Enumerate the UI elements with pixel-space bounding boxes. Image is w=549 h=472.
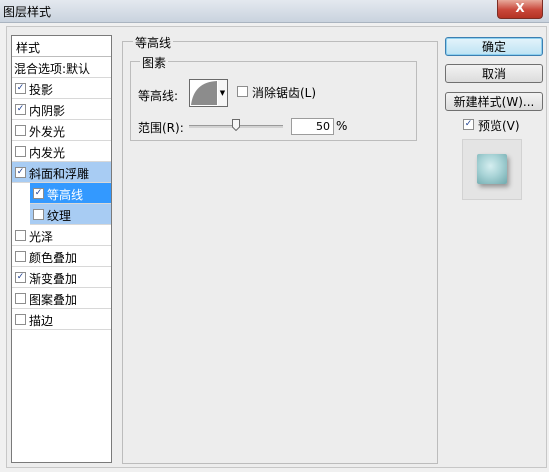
sidebar-item-label: 斜面和浮雕 xyxy=(29,167,90,181)
sidebar-item-label: 投影 xyxy=(29,83,54,97)
sidebar-item-label: 外发光 xyxy=(29,125,66,139)
contour-picker[interactable] xyxy=(189,79,219,107)
sidebar-item-checkbox[interactable]: ✓ xyxy=(15,272,26,283)
preview-swatch xyxy=(477,154,507,184)
sidebar-item[interactable]: ✓ 斜面和浮雕 xyxy=(12,162,111,183)
dialog-body: 样式 混合选项:默认 ✓ 投影 ✓ 内阴影 外发光 内发光 ✓ 斜面和浮雕 ✓ 等高线 纹理 光泽 颜色叠… xyxy=(6,26,547,468)
contour-label: 等高线: xyxy=(138,89,179,103)
sidebar-item-label: 描边 xyxy=(29,314,54,328)
sidebar-item-checkbox[interactable] xyxy=(15,125,26,136)
sidebar-item[interactable]: 纹理 xyxy=(30,204,111,225)
sidebar-item-checkbox[interactable]: ✓ xyxy=(15,83,26,94)
sidebar-item[interactable]: 内发光 xyxy=(12,141,111,162)
sidebar-item-checkbox[interactable]: ✓ xyxy=(15,167,26,178)
contour-curve-icon xyxy=(191,81,217,105)
antialias-checkbox[interactable] xyxy=(237,86,248,97)
sidebar-item[interactable]: 外发光 xyxy=(12,120,111,141)
sidebar-item-checkbox[interactable] xyxy=(15,146,26,157)
sidebar-item-label: 等高线 xyxy=(47,188,84,202)
sidebar-item-checkbox[interactable] xyxy=(15,314,26,325)
sidebar-item[interactable]: 光泽 xyxy=(12,225,111,246)
preview-label: 预览(V) xyxy=(478,119,520,133)
range-value-input[interactable]: 50 xyxy=(291,118,334,135)
close-button[interactable]: X xyxy=(497,0,543,19)
range-label: 范围(R): xyxy=(138,121,184,135)
sidebar-item-label: 混合选项:默认 xyxy=(14,62,91,76)
sidebar-item-label: 渐变叠加 xyxy=(29,272,78,286)
window-title: 图层样式 xyxy=(3,5,52,19)
sidebar-item[interactable]: ✓ 内阴影 xyxy=(12,99,111,120)
styles-header: 样式 xyxy=(12,36,111,57)
title-bar: 图层样式 X xyxy=(0,0,549,23)
sidebar-item[interactable]: 混合选项:默认 xyxy=(12,57,111,78)
cancel-button[interactable]: 取消 xyxy=(445,64,543,83)
sidebar-item[interactable]: ✓ 渐变叠加 xyxy=(12,267,111,288)
sidebar-item-label: 图案叠加 xyxy=(29,293,78,307)
contour-group-title: 等高线 xyxy=(133,34,174,51)
styles-list: 样式 混合选项:默认 ✓ 投影 ✓ 内阴影 外发光 内发光 ✓ 斜面和浮雕 ✓ 等高线 纹理 光泽 颜色叠… xyxy=(11,35,112,463)
style-preview xyxy=(462,139,522,200)
sidebar-item[interactable]: 颜色叠加 xyxy=(12,246,111,267)
new-style-button[interactable]: 新建样式(W)... xyxy=(445,92,543,111)
sidebar-item-checkbox[interactable] xyxy=(15,293,26,304)
styles-header-label: 样式 xyxy=(16,41,41,55)
sidebar-item[interactable]: 描边 xyxy=(12,309,111,330)
sidebar-item-checkbox[interactable]: ✓ xyxy=(15,104,26,115)
sidebar-item-label: 光泽 xyxy=(29,230,54,244)
sidebar-item-label: 颜色叠加 xyxy=(29,251,78,265)
sidebar-item-checkbox[interactable] xyxy=(15,230,26,241)
sidebar-item-label: 内阴影 xyxy=(29,104,66,118)
contour-group: 等高线 图素 等高线: ▼ 消除锯齿(L) 范围(R): 50 % xyxy=(122,34,438,464)
ok-button[interactable]: 确定 xyxy=(445,37,543,56)
preview-checkbox[interactable]: ✓ xyxy=(463,119,474,130)
sidebar-item[interactable]: ✓ 等高线 xyxy=(30,183,111,204)
sidebar-item-checkbox[interactable] xyxy=(33,209,44,220)
sidebar-item-label: 内发光 xyxy=(29,146,66,160)
elements-group-title: 图素 xyxy=(140,54,169,71)
chevron-down-icon[interactable]: ▼ xyxy=(218,79,228,107)
range-unit: % xyxy=(336,119,348,133)
sidebar-item-checkbox[interactable] xyxy=(15,251,26,262)
range-slider-thumb[interactable] xyxy=(232,119,240,131)
sidebar-item[interactable]: ✓ 投影 xyxy=(12,78,111,99)
antialias-label: 消除锯齿(L) xyxy=(252,86,317,100)
sidebar-item-label: 纹理 xyxy=(47,209,72,223)
sidebar-item-checkbox[interactable]: ✓ xyxy=(33,188,44,199)
sidebar-item[interactable]: 图案叠加 xyxy=(12,288,111,309)
